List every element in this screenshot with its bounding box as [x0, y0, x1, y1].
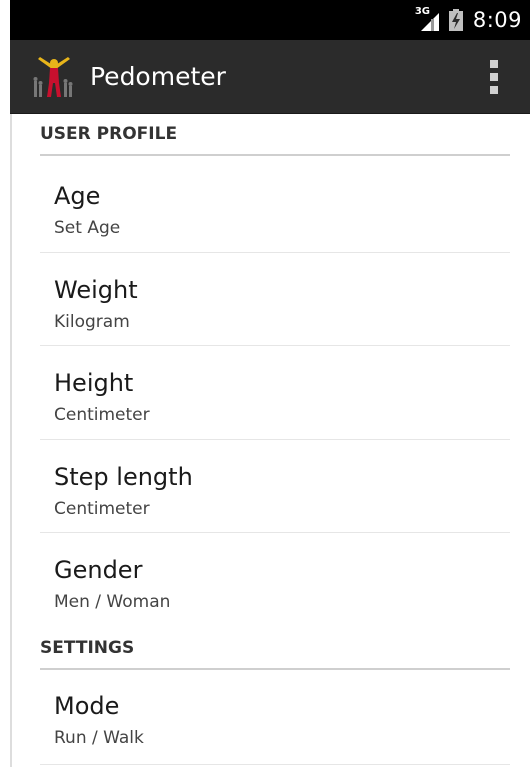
battery-charging-icon	[448, 9, 463, 31]
pref-item-mode[interactable]: Mode Run / Walk	[40, 672, 510, 765]
signal-3g-icon: 3G	[415, 6, 439, 31]
pref-title: Age	[54, 182, 101, 210]
pref-summary: Kilogram	[54, 312, 130, 332]
pref-item-height[interactable]: Height Centimeter	[40, 345, 510, 440]
section-header-user-profile: USER PROFILE	[40, 114, 510, 156]
pref-summary: Set Age	[54, 218, 121, 238]
pref-item-age[interactable]: Age Set Age	[40, 158, 510, 253]
pref-summary: Run / Walk	[54, 728, 144, 748]
runner-icon[interactable]	[32, 55, 76, 99]
app-title: Pedometer	[90, 62, 226, 91]
overflow-menu-button[interactable]	[486, 60, 502, 94]
pref-title: Weight	[54, 276, 138, 304]
pref-summary: Centimeter	[54, 499, 150, 519]
pref-summary: Men / Woman	[54, 592, 171, 612]
status-icons: 3G 8:09	[415, 0, 522, 40]
status-bar: 3G 8:09	[10, 0, 530, 40]
pref-title: Step length	[54, 463, 193, 491]
pref-item-weight[interactable]: Weight Kilogram	[40, 252, 510, 346]
pref-item-step-length[interactable]: Step length Centimeter	[40, 439, 510, 533]
section-header-settings: SETTINGS	[40, 628, 510, 670]
action-bar: Pedometer	[10, 40, 530, 114]
overflow-menu-icon	[490, 60, 498, 68]
preferences-list: USER PROFILE Age Set Age Weight Kilogram…	[10, 114, 530, 767]
pref-item-gender[interactable]: Gender Men / Woman	[40, 532, 510, 626]
pref-title: Height	[54, 369, 134, 397]
status-clock: 8:09	[472, 8, 522, 32]
pref-title: Mode	[54, 692, 120, 720]
pref-title: Gender	[54, 556, 143, 584]
pref-summary: Centimeter	[54, 405, 150, 425]
